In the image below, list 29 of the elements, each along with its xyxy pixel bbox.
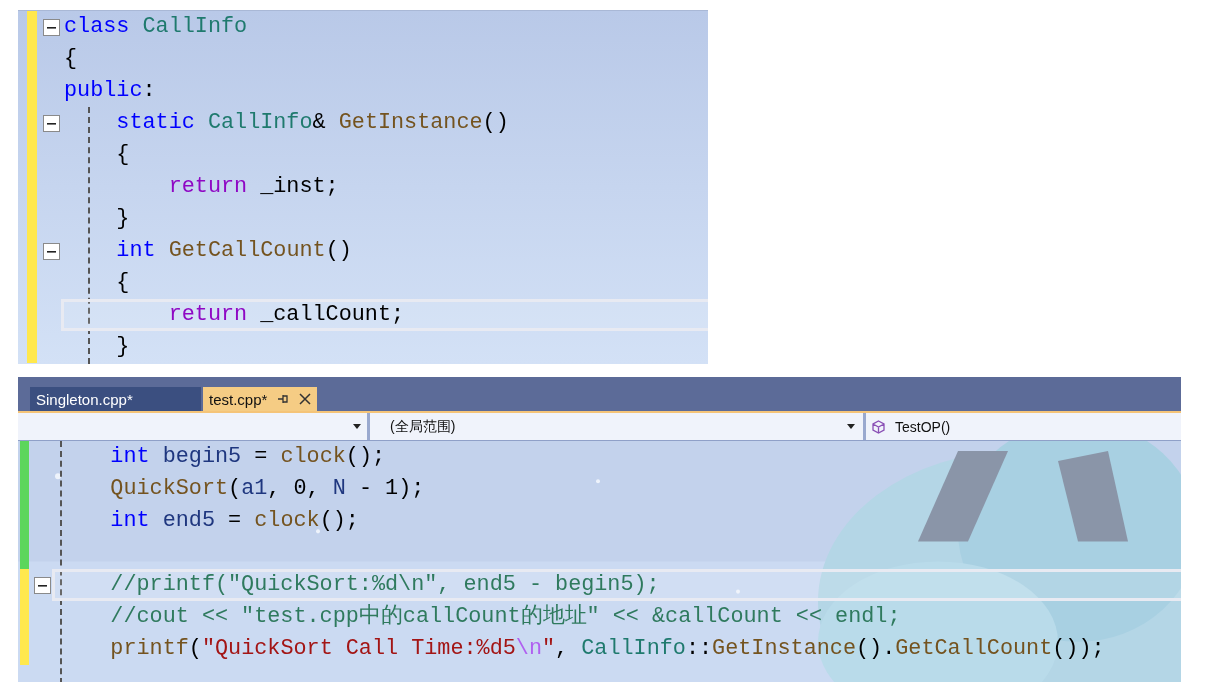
code-line: QuickSort(a1, 0, N - 1);	[109, 475, 426, 503]
collapse-icon[interactable]	[34, 576, 51, 594]
code-line: {	[115, 269, 131, 297]
file-tab[interactable]: Singleton.cpp*	[30, 387, 201, 411]
member-dropdown[interactable]: TestOP()	[866, 413, 1181, 440]
collapse-icon[interactable]	[43, 18, 60, 36]
code-line: int begin5 = clock();	[109, 443, 387, 471]
code-line: }	[115, 333, 131, 361]
code-line: int end5 = clock();	[109, 507, 360, 535]
collapse-icon[interactable]	[43, 242, 60, 260]
code-line: return _callCount;	[167, 301, 406, 329]
caret-icon	[353, 424, 361, 429]
file-tab[interactable]: test.cpp*	[203, 387, 318, 411]
code-line: static CallInfo& GetInstance()	[115, 109, 510, 137]
code-line: {	[64, 45, 79, 73]
code-line: printf("QuickSort Call Time:%d5\n", CallInfo::GetInstance().GetCallCount());	[109, 635, 1106, 663]
code-line: int GetCallCount()	[115, 237, 353, 265]
code-line: }	[115, 205, 131, 233]
code-line: {	[115, 141, 131, 169]
cube-icon	[872, 419, 885, 434]
pin-icon[interactable]	[277, 393, 290, 405]
collapse-icon[interactable]	[43, 114, 60, 132]
code-line: class CallInfo	[64, 13, 249, 41]
code-line: return _inst;	[167, 173, 340, 201]
close-icon[interactable]	[299, 393, 312, 405]
code-line: //printf("QuickSort:%d\n", end5 - begin5);	[109, 571, 661, 599]
caret-icon	[847, 424, 855, 429]
code-line: public:	[64, 77, 157, 105]
code-line: //cout << "test.cpp中的callCount的地址" << &callCount << endl;	[109, 603, 902, 631]
